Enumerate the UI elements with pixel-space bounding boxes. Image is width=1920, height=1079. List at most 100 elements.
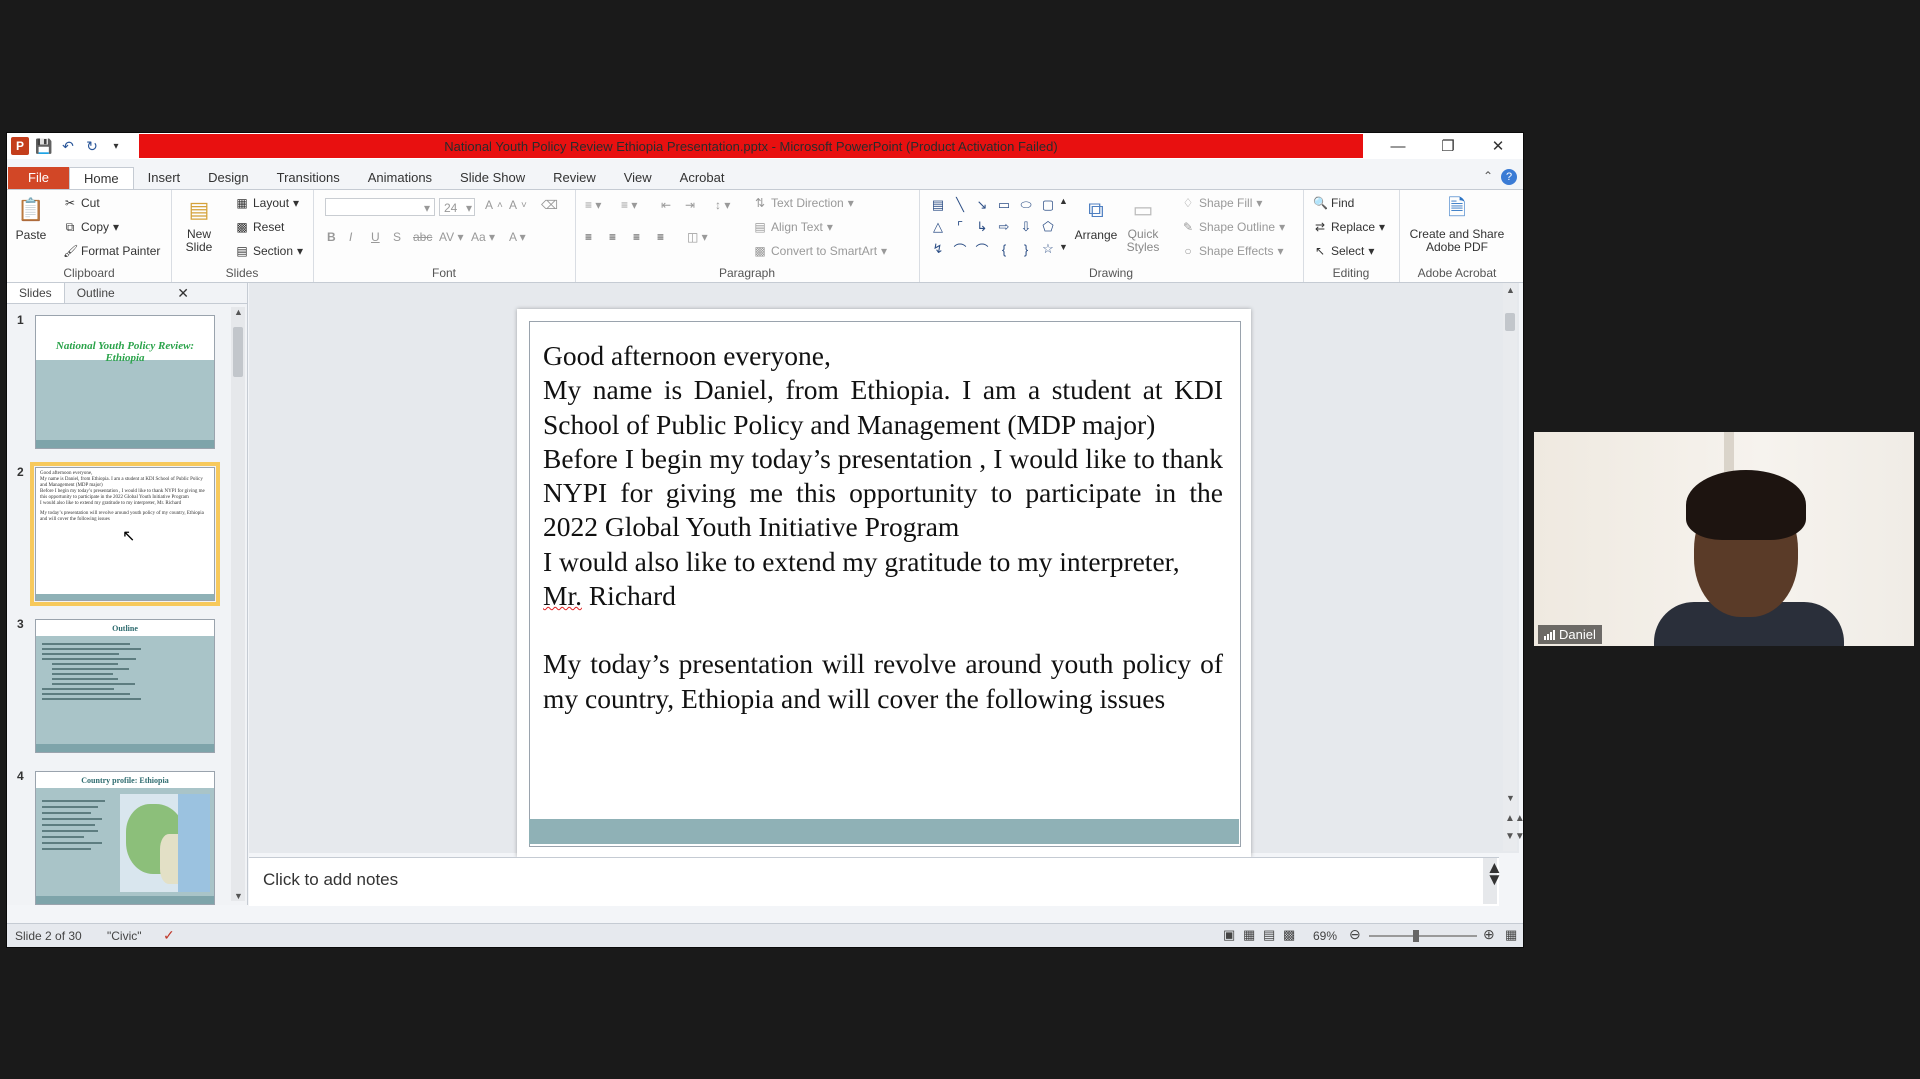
- slide-sorter-icon[interactable]: ▦: [1243, 927, 1255, 943]
- right-arrow-shape-icon[interactable]: ⇨: [993, 216, 1015, 238]
- line-spacing-icon[interactable]: ↕ ▾: [715, 198, 730, 212]
- tab-design[interactable]: Design: [194, 167, 262, 189]
- zoom-out-icon[interactable]: ⊖: [1349, 926, 1361, 943]
- slide-thumbnail-3[interactable]: Outline: [35, 619, 215, 753]
- underline-button[interactable]: U: [371, 230, 380, 244]
- close-button[interactable]: ✕: [1473, 133, 1523, 159]
- align-right-icon[interactable]: ≡: [633, 230, 640, 244]
- current-slide[interactable]: Good afternoon everyone, My name is Dani…: [517, 309, 1251, 857]
- numbering-icon[interactable]: ≡ ▾: [621, 198, 637, 212]
- left-brace-icon[interactable]: {: [993, 238, 1015, 260]
- shrink-font-button[interactable]: A ˅: [509, 198, 527, 212]
- tab-slide-show[interactable]: Slide Show: [446, 167, 539, 189]
- elbow-connector-icon[interactable]: ⌜: [949, 216, 971, 238]
- shapes-scroll-icon[interactable]: ▲: [1059, 196, 1068, 206]
- font-size-box[interactable]: 24 ▾: [439, 198, 475, 216]
- star-shape-icon[interactable]: ☆: [1037, 238, 1059, 260]
- zoom-slider-thumb[interactable]: [1413, 930, 1419, 942]
- scroll-up-icon[interactable]: ▲: [234, 307, 243, 317]
- shadow-button[interactable]: S: [393, 230, 401, 244]
- tab-acrobat[interactable]: Acrobat: [666, 167, 739, 189]
- fit-to-window-icon[interactable]: ▦: [1505, 927, 1517, 943]
- slide-show-icon[interactable]: ▩: [1283, 927, 1295, 943]
- previous-slide-icon[interactable]: ▲▲: [1505, 813, 1523, 824]
- minimize-button[interactable]: —: [1373, 133, 1423, 159]
- clear-formatting-icon[interactable]: ⌫: [541, 198, 558, 212]
- strikethrough-button[interactable]: abc: [413, 230, 432, 244]
- layout-button[interactable]: ▦ Layout ▾: [235, 196, 299, 210]
- scroll-down-icon[interactable]: ▼: [1506, 793, 1515, 803]
- slide-thumbnail-1[interactable]: National Youth Policy Review: Ethiopia: [35, 315, 215, 449]
- copy-button[interactable]: ⧉ Copy ▾: [63, 220, 119, 234]
- elbow-arrow-icon[interactable]: ↳: [971, 216, 993, 238]
- increase-indent-icon[interactable]: ⇥: [685, 198, 695, 212]
- tab-insert[interactable]: Insert: [134, 167, 195, 189]
- font-name-box[interactable]: ▾: [325, 198, 435, 216]
- section-button[interactable]: ▤ Section ▾: [235, 244, 303, 258]
- select-button[interactable]: ↖ Select ▾: [1313, 244, 1374, 258]
- tab-home[interactable]: Home: [68, 167, 134, 189]
- columns-icon[interactable]: ◫ ▾: [687, 230, 708, 244]
- normal-view-icon[interactable]: ▣: [1223, 927, 1235, 943]
- font-color-button[interactable]: A ▾: [509, 230, 526, 244]
- justify-icon[interactable]: ≡: [657, 230, 664, 244]
- shape-effects-button[interactable]: ○ Shape Effects ▾: [1181, 244, 1283, 258]
- shape-fill-button[interactable]: ♢ Shape Fill ▾: [1181, 196, 1263, 210]
- scroll-down-icon[interactable]: ▼: [1486, 870, 1503, 904]
- format-painter-button[interactable]: 🖌 Format Painter: [63, 244, 160, 258]
- character-spacing-button[interactable]: AV ▾: [439, 230, 463, 244]
- bold-button[interactable]: B: [327, 230, 336, 244]
- misspelled-word[interactable]: Mr.: [543, 580, 582, 611]
- slide-thumbnail-2[interactable]: Good afternoon everyone, My name is Dani…: [30, 462, 220, 606]
- shapes-gallery[interactable]: ▤ ╲ ↘ ▭ ⬭ ▢ △ ⌜ ↳ ⇨ ⇩ ⬠ ↯ ⌒ ⌒{} ☆: [927, 194, 1059, 260]
- pentagon-shape-icon[interactable]: ⬠: [1037, 216, 1059, 238]
- italic-button[interactable]: I: [349, 230, 352, 244]
- scroll-thumb[interactable]: [1505, 313, 1515, 331]
- line-shape-icon[interactable]: ╲: [949, 194, 971, 216]
- text-direction-button[interactable]: ⇅ Text Direction ▾: [753, 196, 854, 210]
- rectangle-shape-icon[interactable]: ▭: [993, 194, 1015, 216]
- curve-shape-icon[interactable]: ⌒: [949, 238, 971, 260]
- slide-thumbnail-4[interactable]: Country profile: Ethiopia: [35, 771, 215, 905]
- decrease-indent-icon[interactable]: ⇤: [661, 198, 671, 212]
- help-icon[interactable]: ?: [1501, 169, 1517, 185]
- tab-view[interactable]: View: [610, 167, 666, 189]
- down-arrow-shape-icon[interactable]: ⇩: [1015, 216, 1037, 238]
- reading-view-icon[interactable]: ▤: [1263, 927, 1275, 943]
- bullets-icon[interactable]: ≡ ▾: [585, 198, 601, 212]
- create-pdf-button[interactable]: 🗎 Create and Share Adobe PDF: [1405, 194, 1509, 254]
- cut-button[interactable]: ✂ Cut: [63, 196, 100, 210]
- arc-shape-icon[interactable]: ⌒: [971, 238, 993, 260]
- notes-pane[interactable]: Click to add notes ▲ ▼: [249, 857, 1503, 906]
- grow-font-button[interactable]: A ˄: [485, 198, 503, 212]
- spell-check-icon[interactable]: ✓: [163, 927, 175, 944]
- restore-button[interactable]: ❐: [1423, 133, 1473, 159]
- zoom-slider[interactable]: [1369, 930, 1477, 942]
- change-case-button[interactable]: Aa ▾: [471, 230, 495, 244]
- center-icon[interactable]: ≡: [609, 230, 616, 244]
- reset-button[interactable]: ▩ Reset: [235, 220, 284, 234]
- new-slide-button[interactable]: ▤ New Slide: [179, 194, 219, 254]
- replace-button[interactable]: ⇄ Replace ▾: [1313, 220, 1385, 234]
- tab-slides[interactable]: Slides: [7, 283, 65, 303]
- quick-styles-button[interactable]: ▭ Quick Styles: [1121, 194, 1165, 254]
- convert-smartart-button[interactable]: ▩ Convert to SmartArt ▾: [753, 244, 887, 258]
- paste-button[interactable]: 📋 Paste: [11, 194, 51, 242]
- zoom-level[interactable]: 69%: [1313, 929, 1337, 943]
- undo-icon[interactable]: ↶: [59, 137, 77, 155]
- slide-text-body[interactable]: Good afternoon everyone, My name is Dani…: [543, 339, 1223, 716]
- notes-scrollbar[interactable]: ▲ ▼: [1483, 858, 1503, 904]
- video-tile[interactable]: Daniel: [1534, 432, 1914, 646]
- tab-animations[interactable]: Animations: [354, 167, 446, 189]
- align-text-button[interactable]: ▤ Align Text ▾: [753, 220, 833, 234]
- minimize-ribbon-icon[interactable]: ⌃: [1483, 169, 1493, 185]
- next-slide-icon[interactable]: ▼▼: [1505, 831, 1523, 842]
- oval-shape-icon[interactable]: ⬭: [1015, 194, 1037, 216]
- find-button[interactable]: 🔍 Find: [1313, 196, 1354, 210]
- rounded-rect-shape-icon[interactable]: ▢: [1037, 194, 1059, 216]
- save-icon[interactable]: 💾: [35, 137, 53, 155]
- tab-file[interactable]: File: [8, 167, 69, 189]
- arrow-line-shape-icon[interactable]: ↘: [971, 194, 993, 216]
- zoom-in-icon[interactable]: ⊕: [1483, 926, 1495, 943]
- textbox-shape-icon[interactable]: ▤: [927, 194, 949, 216]
